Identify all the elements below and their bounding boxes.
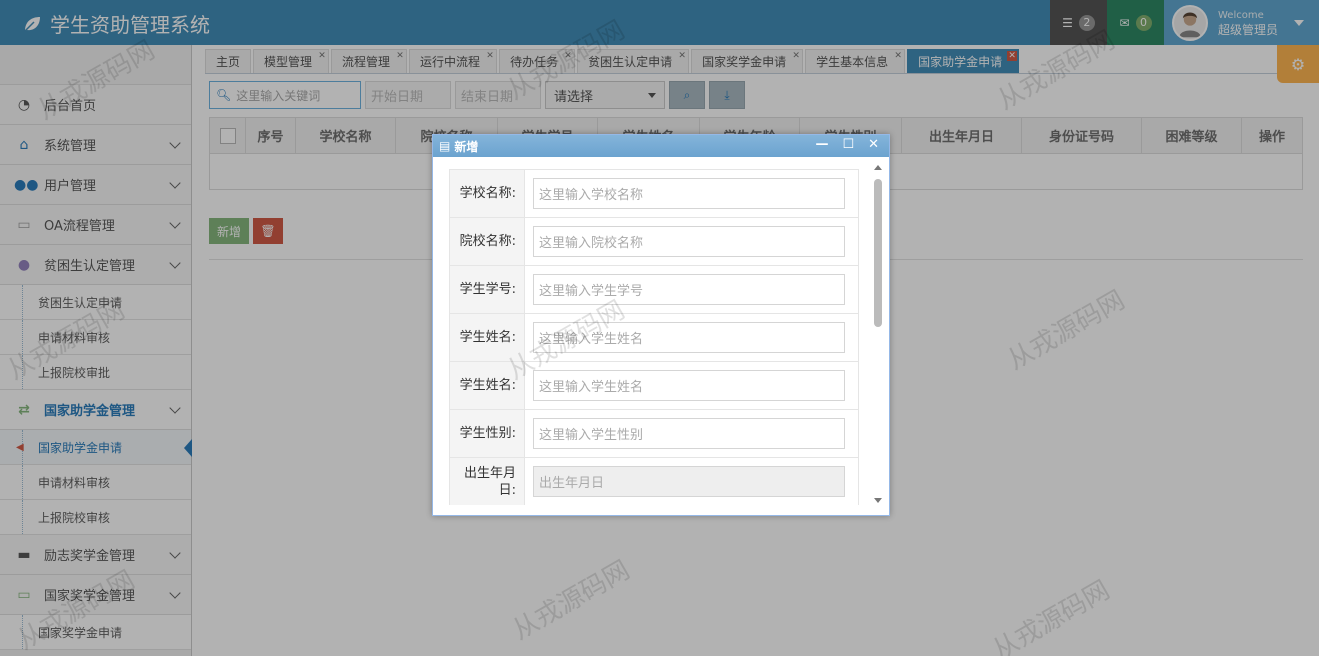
form-row: 学生学号: 这里输入学生学号 — [449, 265, 859, 313]
dialog-titlebar[interactable]: ▤ 新增 — ☐ ✕ — [433, 135, 889, 157]
field-label: 学生学号: — [450, 266, 525, 313]
student-name-input[interactable]: 这里输入学生姓名 — [533, 322, 845, 353]
college-name-input[interactable]: 这里输入院校名称 — [533, 226, 845, 257]
window-icon: ▤ — [439, 139, 451, 153]
birthdate-input[interactable]: 出生年月日 — [533, 466, 845, 497]
field-label: 院校名称: — [450, 218, 525, 265]
student-name-input-2[interactable]: 这里输入学生姓名 — [533, 370, 845, 401]
field-label: 学生姓名: — [450, 362, 525, 409]
field-label: 学生姓名: — [450, 314, 525, 361]
form-row: 学生姓名: 这里输入学生姓名 — [449, 361, 859, 409]
field-label: 出生年月日: — [450, 458, 525, 505]
form-row: 学生性别: 这里输入学生性别 — [449, 409, 859, 457]
school-name-input[interactable]: 这里输入学校名称 — [533, 178, 845, 209]
form-row: 学校名称: 这里输入学校名称 — [449, 169, 859, 217]
scroll-down-icon[interactable] — [874, 498, 882, 503]
field-label: 学校名称: — [450, 170, 525, 217]
maximize-icon[interactable]: ☐ — [842, 137, 854, 152]
form-row: 出生年月日: 出生年月日 — [449, 457, 859, 505]
minimize-icon[interactable]: — — [815, 137, 828, 152]
field-label: 学生性别: — [450, 410, 525, 457]
student-id-input[interactable]: 这里输入学生学号 — [533, 274, 845, 305]
student-gender-input[interactable]: 这里输入学生性别 — [533, 418, 845, 449]
close-icon[interactable]: ✕ — [868, 137, 879, 152]
scroll-thumb[interactable] — [874, 179, 882, 327]
dialog-title: 新增 — [454, 139, 479, 154]
form-row: 院校名称: 这里输入院校名称 — [449, 217, 859, 265]
dialog-form: 学校名称: 这里输入学校名称 院校名称: 这里输入院校名称 学生学号: 这里输入学生学… — [449, 169, 859, 514]
scroll-up-icon[interactable] — [874, 165, 882, 170]
dialog-scrollbar[interactable] — [873, 165, 883, 503]
add-dialog: ▤ 新增 — ☐ ✕ 学校名称: 这里输入学校名称 院校名称: 这里输入院校名称 学… — [432, 134, 890, 516]
form-row: 学生姓名: 这里输入学生姓名 — [449, 313, 859, 361]
